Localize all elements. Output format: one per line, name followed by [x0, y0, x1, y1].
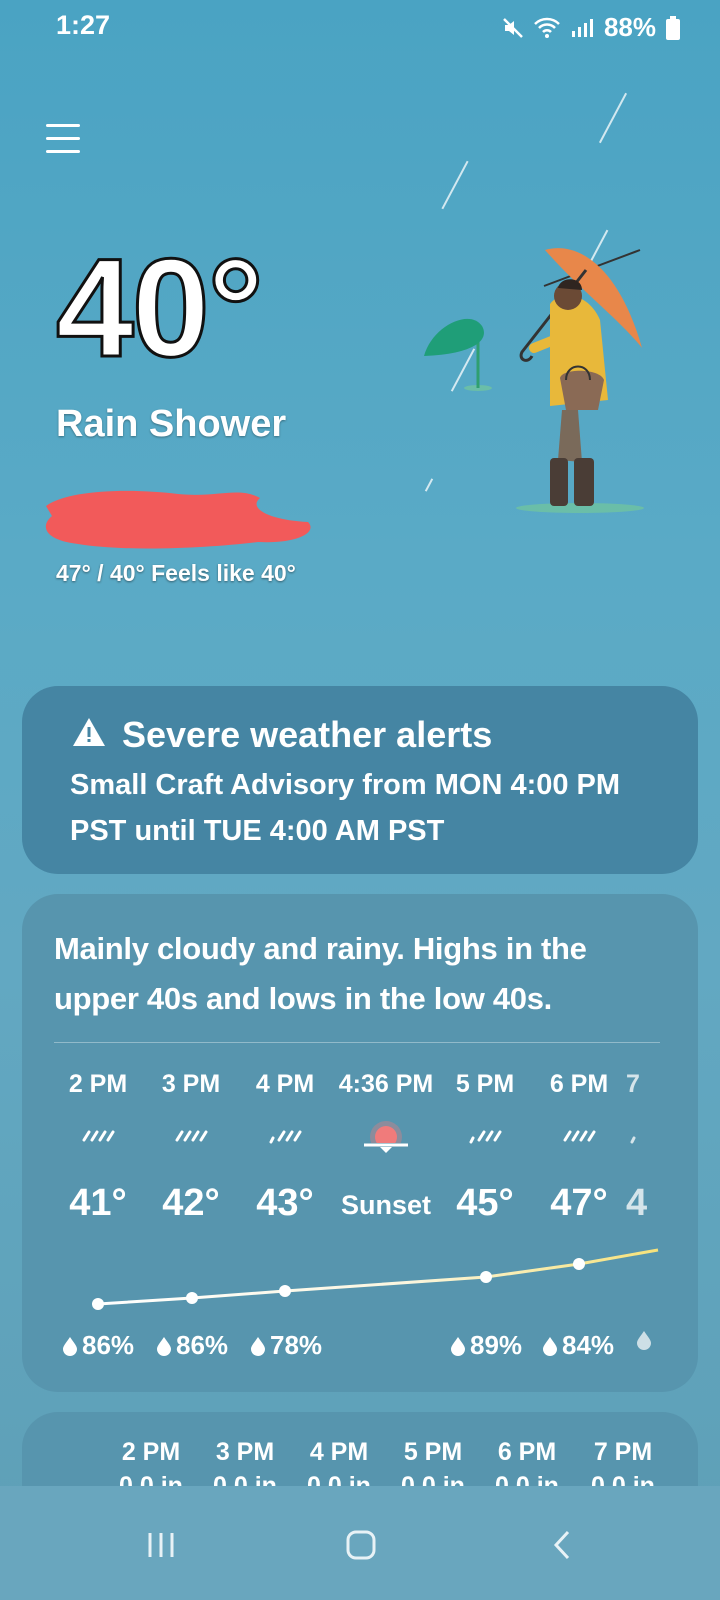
- alert-body: Small Craft Advisory from MON 4:00 PM PS…: [70, 769, 621, 847]
- trend-point: [480, 1271, 492, 1283]
- precip-chance: 84%: [542, 1330, 614, 1361]
- home-button[interactable]: [336, 1520, 386, 1570]
- precip-chance: [636, 1330, 652, 1350]
- hour-label: 6 PM: [549, 1070, 609, 1098]
- wifi-icon: [534, 17, 560, 38]
- hourly-forecast-card[interactable]: Mainly cloudy and rainy. Highs in the up…: [22, 894, 698, 1392]
- rain-streak-decoration: [441, 160, 469, 210]
- precip-hour-label: 6 PM: [497, 1438, 557, 1466]
- recent-apps-icon: [148, 1533, 174, 1557]
- battery-percent: 88%: [603, 12, 656, 42]
- hour-temp: 43°: [256, 1182, 314, 1224]
- droplet-icon: [637, 1331, 651, 1350]
- rain-icon: [626, 1110, 666, 1164]
- status-icons: 88%: [502, 12, 680, 43]
- hour-column-7pm-partial: 7 4: [626, 1070, 666, 1232]
- warning-icon: [73, 718, 105, 746]
- status-time: 1:27: [56, 10, 111, 40]
- divider: [54, 1042, 660, 1043]
- sunset-icon: [326, 1110, 446, 1164]
- hour-column-6pm: 6 PM 47°: [524, 1070, 634, 1232]
- precip-chance: 86%: [62, 1330, 134, 1361]
- sunset-label: Sunset: [340, 1190, 432, 1220]
- home-icon: [346, 1530, 376, 1560]
- hour-temp: 4: [626, 1182, 648, 1224]
- signal-icon: [571, 18, 593, 37]
- precip-chance: 86%: [156, 1330, 228, 1361]
- droplet-icon: [251, 1336, 265, 1356]
- precip-chance: 89%: [450, 1330, 522, 1361]
- droplet-icon: [157, 1336, 171, 1356]
- precip-chance: 78%: [250, 1330, 322, 1361]
- hour-temp: 47°: [550, 1182, 608, 1224]
- hi-lo-feels-like: 47° / 40° Feels like 40°: [56, 560, 296, 586]
- battery-icon: [666, 15, 680, 40]
- back-icon: [553, 1530, 570, 1560]
- droplet-icon: [543, 1336, 557, 1356]
- back-button[interactable]: [538, 1520, 588, 1570]
- rain-icon: [230, 1110, 340, 1164]
- trend-point: [186, 1292, 198, 1304]
- trend-point: [279, 1285, 291, 1297]
- navigation-bar: [0, 1486, 720, 1600]
- precip-hour-label: 2 PM: [121, 1438, 181, 1466]
- droplet-icon: [63, 1336, 77, 1356]
- menu-icon[interactable]: [46, 124, 80, 154]
- severe-weather-alert-card[interactable]: Severe weather alerts Small Craft Adviso…: [22, 686, 698, 874]
- forecast-summary: Mainly cloudy and rainy. Highs in the up…: [54, 931, 587, 1016]
- rain-streak-decoration: [598, 92, 628, 144]
- current-condition: Rain Shower: [56, 403, 287, 445]
- rain-umbrella-illustration: [424, 248, 644, 513]
- hour-label: 7: [626, 1070, 640, 1098]
- alert-title: Severe weather alerts: [122, 714, 493, 755]
- precip-hour-label: 4 PM: [309, 1438, 369, 1466]
- mute-icon: [503, 17, 523, 38]
- rain-icon: [524, 1110, 634, 1164]
- recent-apps-button[interactable]: [136, 1520, 186, 1570]
- temperature-trend-line: [92, 1248, 659, 1310]
- droplet-icon: [451, 1336, 465, 1356]
- precip-hour-label: 7 PM: [593, 1438, 653, 1466]
- current-temperature: 40°: [55, 229, 266, 386]
- hour-label: 4 PM: [255, 1070, 315, 1098]
- hour-column-sunset: 4:36 PM Sunset: [326, 1070, 446, 1232]
- hour-column-4pm: 4 PM 43°: [230, 1070, 340, 1232]
- precip-hour-label: 5 PM: [403, 1438, 463, 1466]
- redaction-mark: [45, 490, 311, 549]
- trend-point: [92, 1298, 104, 1310]
- precip-hour-label: 3 PM: [215, 1438, 275, 1466]
- trend-point: [573, 1258, 585, 1270]
- status-bar: 1:27 88%: [0, 0, 720, 56]
- hour-label: 4:36 PM: [338, 1070, 434, 1098]
